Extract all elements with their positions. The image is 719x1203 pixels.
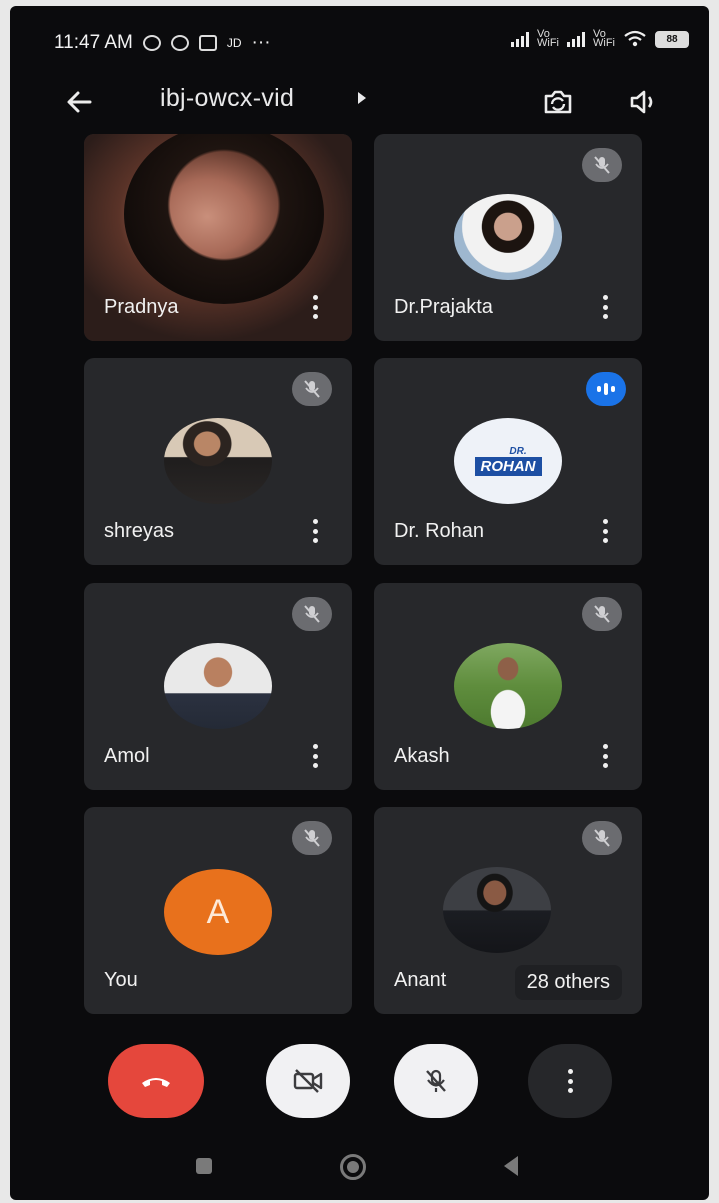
- hang-up-icon: [142, 1078, 170, 1087]
- wifi-icon: [624, 30, 646, 47]
- switch-camera-icon[interactable]: [538, 82, 578, 122]
- call-header: ibj-owcx-vid: [10, 76, 709, 132]
- participant-tile-dr-prajakta[interactable]: Dr.Prajakta: [374, 134, 642, 341]
- meeting-details-caret-icon[interactable]: [358, 92, 366, 104]
- mic-off-icon: [582, 597, 622, 631]
- end-call-button[interactable]: [108, 1044, 204, 1118]
- tile-more-icon[interactable]: [308, 744, 322, 768]
- mic-off-icon: [292, 821, 332, 855]
- mic-off-icon: [426, 1069, 446, 1092]
- participant-name: Pradnya: [104, 296, 179, 318]
- participant-name: Akash: [394, 745, 450, 767]
- tile-more-icon[interactable]: [598, 744, 612, 768]
- more-options-button[interactable]: [528, 1044, 612, 1118]
- mic-toggle-button[interactable]: [394, 1044, 478, 1118]
- others-count-chip[interactable]: 28 others: [514, 965, 622, 1000]
- participant-tile-pradnya[interactable]: Pradnya: [84, 134, 352, 341]
- more-vert-icon: [563, 1069, 577, 1093]
- meeting-code[interactable]: ibj-owcx-vid: [160, 84, 294, 113]
- vowifi-label-2: Vo WiFi: [593, 28, 615, 49]
- nav-back-button[interactable]: [504, 1156, 518, 1176]
- recent-apps-button[interactable]: [196, 1158, 212, 1174]
- participant-avatar: [454, 194, 562, 280]
- tile-more-icon[interactable]: [308, 519, 322, 543]
- back-arrow-icon[interactable]: [60, 82, 100, 122]
- self-avatar: A: [164, 869, 272, 955]
- signal-icon-2: [567, 31, 585, 47]
- tile-more-icon[interactable]: [598, 295, 612, 319]
- participant-name: You: [104, 969, 138, 991]
- mic-off-icon: [292, 597, 332, 631]
- participant-name: Anant: [394, 969, 447, 991]
- vowifi-label-1: Vo WiFi: [537, 28, 559, 49]
- alarm-icon: [142, 35, 161, 51]
- mic-off-icon: [582, 821, 622, 855]
- participant-tile-shreyas[interactable]: shreyas: [84, 358, 352, 565]
- video-off-icon: [293, 1069, 323, 1093]
- more-notifications-icon: ···: [251, 32, 271, 53]
- participant-avatar: [164, 418, 272, 504]
- logo-text-main: ROHAN: [474, 457, 542, 476]
- speaker-icon[interactable]: [624, 82, 664, 122]
- participant-tile-you[interactable]: A You: [84, 807, 352, 1014]
- mic-off-icon: [582, 148, 622, 182]
- participant-tile-akash[interactable]: Akash: [374, 583, 642, 790]
- participant-avatar: [443, 867, 552, 953]
- meet-call-screen: 11:47 AM JD ··· Vo WiFi Vo WiFi 88 ibj-o…: [10, 6, 709, 1200]
- camera-toggle-button[interactable]: [266, 1044, 350, 1118]
- participant-tile-amol[interactable]: Amol: [84, 583, 352, 790]
- tile-more-icon[interactable]: [598, 519, 612, 543]
- participant-name: Dr.Prajakta: [394, 296, 493, 318]
- participant-avatar: [164, 643, 272, 729]
- speaking-indicator-icon: [586, 372, 626, 406]
- signal-icon: [511, 31, 529, 47]
- status-bar: 11:47 AM JD ··· Vo WiFi Vo WiFi 88: [10, 6, 709, 76]
- clock: 11:47 AM: [54, 32, 133, 53]
- participant-avatar: [454, 643, 562, 729]
- tile-more-icon[interactable]: [308, 295, 322, 319]
- jd-notification: JD: [226, 36, 242, 50]
- participant-name: shreyas: [104, 520, 175, 542]
- participant-tile-anant[interactable]: Anant 28 others: [374, 807, 642, 1014]
- participant-name: Amol: [104, 745, 150, 767]
- status-left: 11:47 AM JD ···: [54, 32, 271, 54]
- participant-tile-dr-rohan[interactable]: DR. ROHAN Dr. Rohan: [374, 358, 642, 565]
- home-button[interactable]: [340, 1154, 366, 1180]
- whatsapp-icon: [170, 35, 189, 51]
- message-icon: [198, 35, 217, 51]
- logo-text-small: DR.: [509, 446, 527, 457]
- mic-off-icon: [292, 372, 332, 406]
- participant-name: Dr. Rohan: [394, 520, 485, 542]
- battery-icon: 88: [655, 30, 689, 48]
- status-right: Vo WiFi Vo WiFi 88: [511, 28, 689, 49]
- participant-avatar: DR. ROHAN: [454, 418, 562, 504]
